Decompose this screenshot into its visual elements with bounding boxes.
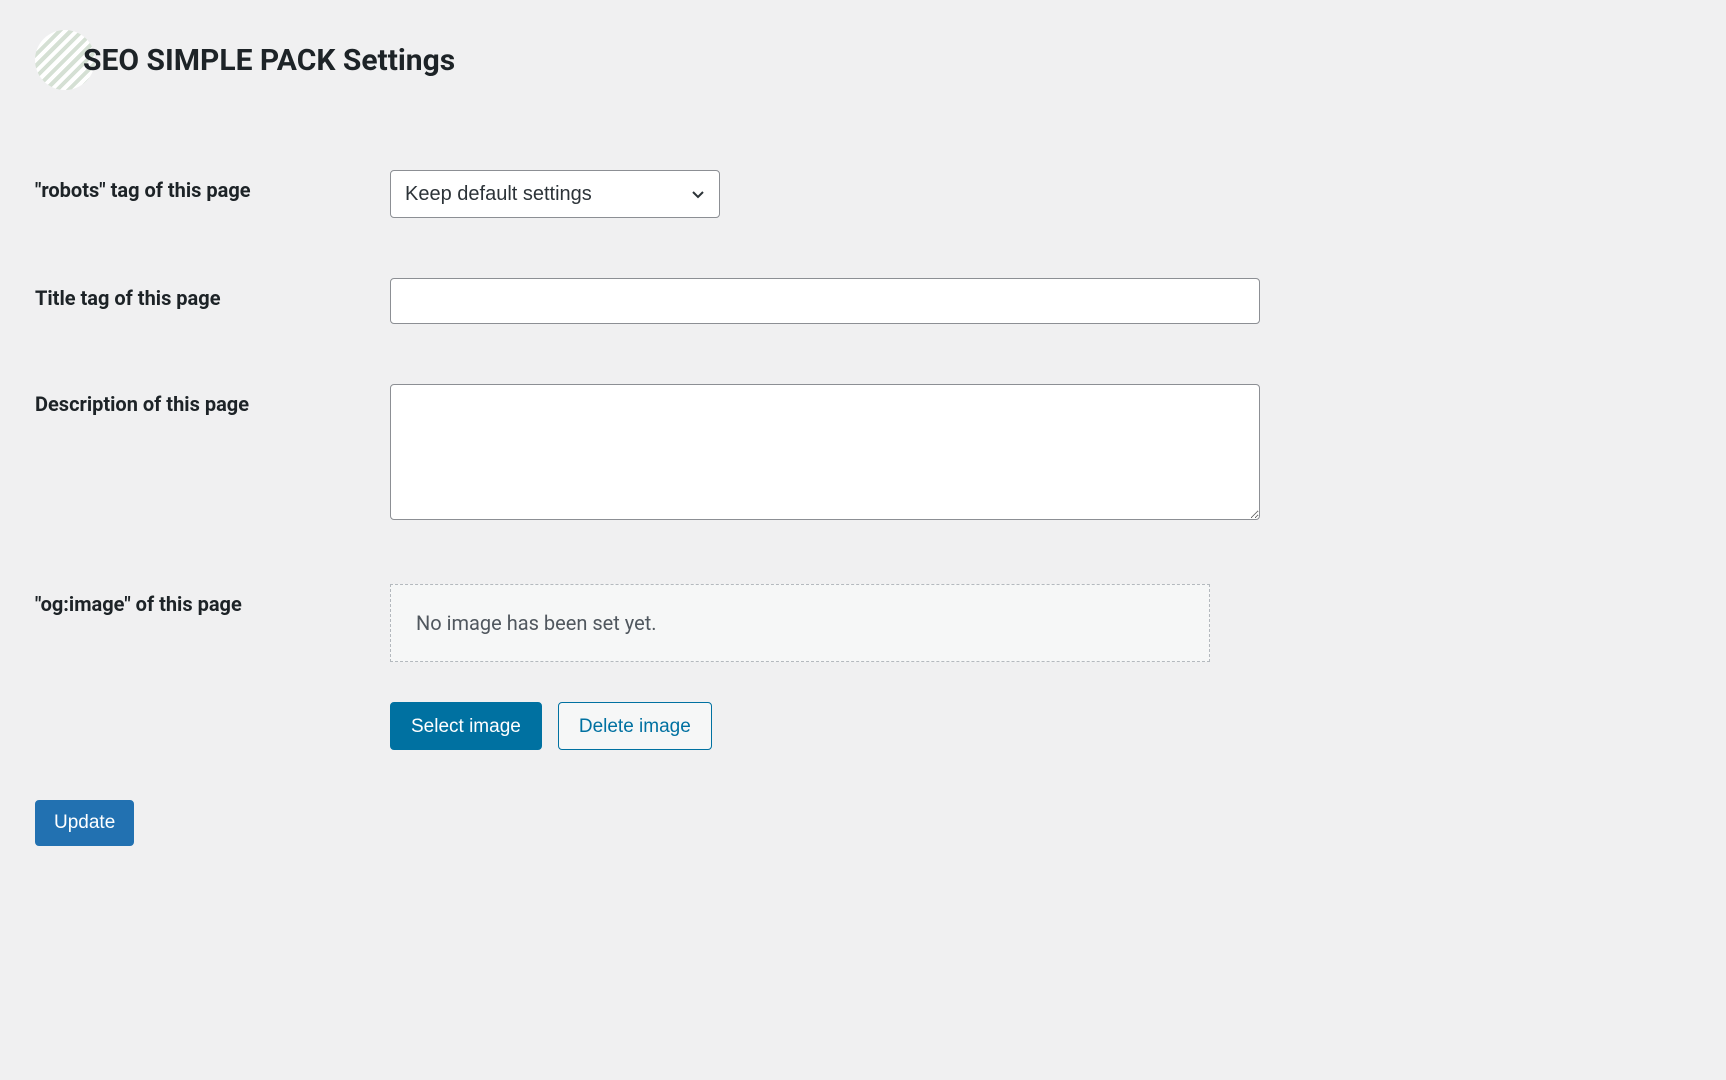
panel-title: SEO SIMPLE PACK Settings (83, 43, 455, 78)
robots-select[interactable]: Keep default settings (390, 170, 720, 218)
ogimage-placeholder-text: No image has been set yet. (416, 611, 657, 635)
description-control (390, 384, 1260, 524)
ogimage-dropzone: No image has been set yet. (390, 584, 1210, 662)
ogimage-label: "og:image" of this page (35, 584, 390, 616)
ogimage-control: No image has been set yet. Select image … (390, 584, 1210, 750)
title-label: Title tag of this page (35, 278, 390, 310)
description-textarea[interactable] (390, 384, 1260, 520)
robots-select-wrapper: Keep default settings (390, 170, 720, 218)
description-label: Description of this page (35, 384, 390, 416)
title-field-row: Title tag of this page (35, 278, 1691, 324)
robots-control: Keep default settings (390, 170, 1260, 218)
robots-field-row: "robots" tag of this page Keep default s… (35, 170, 1691, 218)
description-field-row: Description of this page (35, 384, 1691, 524)
title-input[interactable] (390, 278, 1260, 324)
panel-header: SEO SIMPLE PACK Settings (35, 30, 1691, 90)
title-control (390, 278, 1260, 324)
delete-image-button[interactable]: Delete image (558, 702, 712, 750)
ogimage-field-row: "og:image" of this page No image has bee… (35, 584, 1691, 750)
ogimage-actions: Select image Delete image (390, 702, 1210, 750)
robots-label: "robots" tag of this page (35, 170, 390, 202)
select-image-button[interactable]: Select image (390, 702, 542, 750)
update-button[interactable]: Update (35, 800, 134, 846)
